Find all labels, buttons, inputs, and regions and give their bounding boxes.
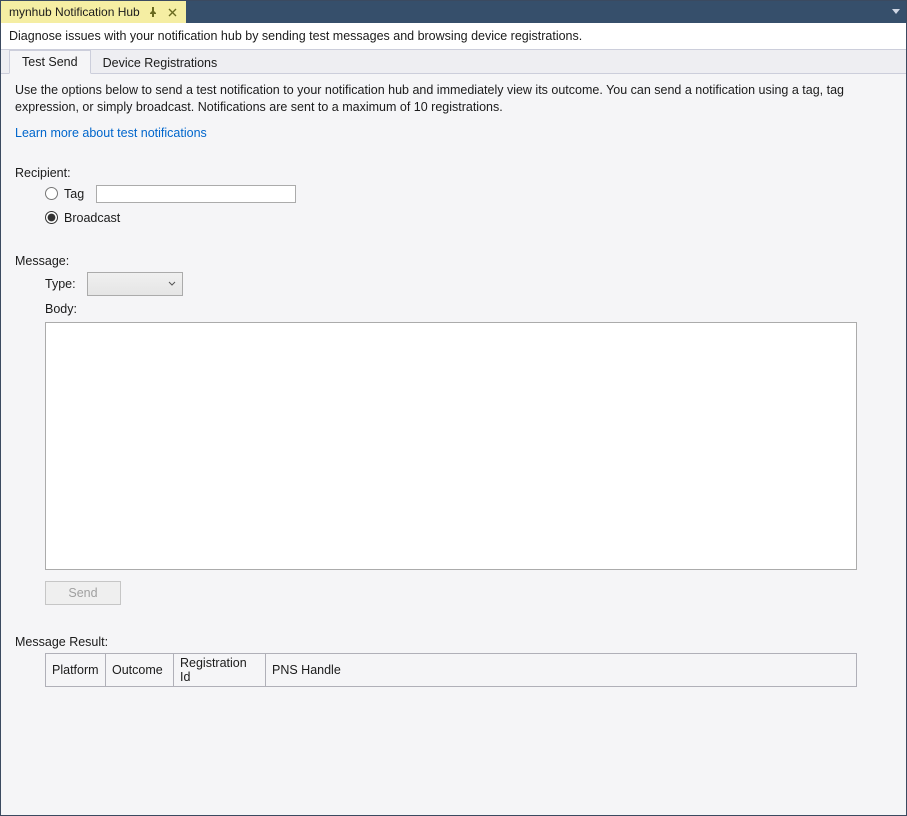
recipient-broadcast-row: Broadcast: [45, 208, 892, 228]
recipient-tag-radio-label: Tag: [64, 187, 84, 201]
content-panel: Use the options below to send a test not…: [1, 74, 906, 815]
document-tab[interactable]: mynhub Notification Hub: [1, 1, 186, 23]
titlebar-spacer: [186, 1, 886, 23]
document-tab-well: mynhub Notification Hub: [1, 1, 186, 23]
recipient-tag-row: Tag: [45, 184, 892, 204]
tag-input[interactable]: [96, 185, 296, 203]
tab-test-send-label: Test Send: [22, 55, 78, 69]
recipient-broadcast-radio[interactable]: [45, 211, 58, 224]
tab-test-send[interactable]: Test Send: [9, 50, 91, 74]
document-tab-title: mynhub Notification Hub: [9, 5, 140, 19]
col-outcome[interactable]: Outcome: [106, 653, 174, 686]
result-table: Platform Outcome Registration Id PNS Han…: [45, 653, 857, 687]
result-header-row: Platform Outcome Registration Id PNS Han…: [46, 653, 857, 686]
pin-icon[interactable]: [146, 5, 160, 19]
type-label: Type:: [45, 277, 87, 291]
col-registration-id[interactable]: Registration Id: [174, 653, 266, 686]
window-menu-dropdown[interactable]: [886, 1, 906, 23]
page-description: Diagnose issues with your notification h…: [1, 23, 906, 50]
window: mynhub Notification Hub Diagnose issues …: [0, 0, 907, 816]
sub-tab-bar: Test Send Device Registrations: [1, 50, 906, 74]
titlebar: mynhub Notification Hub: [1, 1, 906, 23]
tab-device-registrations[interactable]: Device Registrations: [91, 52, 230, 74]
col-pns-handle[interactable]: PNS Handle: [266, 653, 857, 686]
message-label: Message:: [15, 254, 892, 268]
recipient-tag-radio[interactable]: [45, 187, 58, 200]
body-textarea[interactable]: [45, 322, 857, 570]
recipient-label: Recipient:: [15, 166, 892, 180]
col-platform[interactable]: Platform: [46, 653, 106, 686]
recipient-broadcast-radio-label: Broadcast: [64, 211, 120, 225]
type-dropdown[interactable]: [87, 272, 183, 296]
send-button-label: Send: [68, 586, 97, 600]
body-row: Body:: [45, 302, 892, 316]
help-text: Use the options below to send a test not…: [15, 82, 892, 116]
learn-more-link[interactable]: Learn more about test notifications: [15, 126, 892, 140]
close-icon[interactable]: [166, 5, 180, 19]
send-button[interactable]: Send: [45, 581, 121, 605]
tab-device-registrations-label: Device Registrations: [103, 56, 218, 70]
message-result-label: Message Result:: [15, 635, 892, 649]
chevron-down-icon: [168, 279, 176, 289]
type-row: Type:: [45, 272, 892, 296]
body-label: Body:: [45, 302, 87, 316]
